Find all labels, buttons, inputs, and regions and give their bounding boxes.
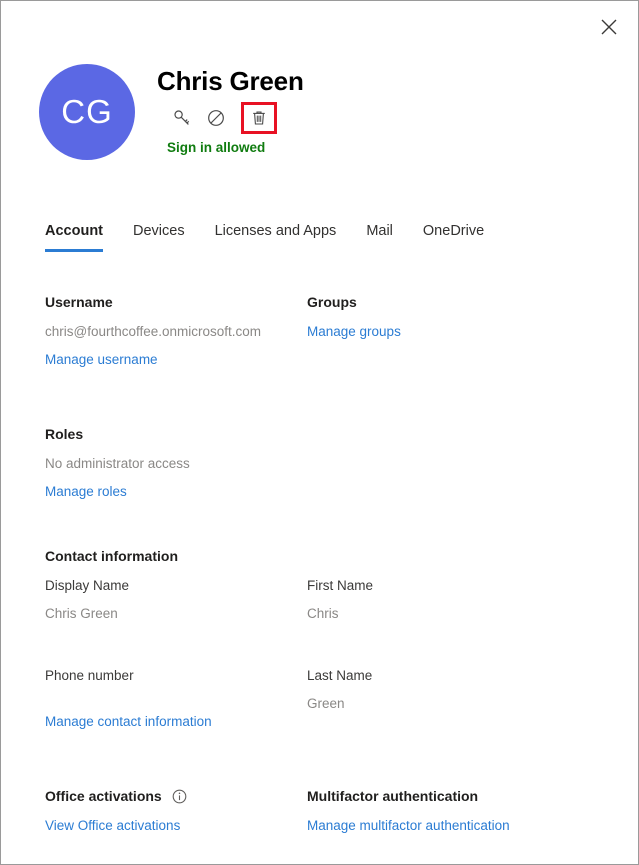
first-name-value: Chris: [307, 606, 339, 621]
field-phone-number: Phone number Manage contact information: [45, 667, 307, 731]
user-header: CG Chris Green Sign in allowed: [39, 64, 304, 160]
signin-status-badge: Sign in allowed: [167, 140, 266, 155]
section-groups: Groups Manage groups: [307, 293, 608, 369]
row-roles: Roles No administrator access Manage rol…: [45, 425, 608, 501]
field-last-name: Last Name Green: [307, 667, 608, 731]
manage-groups-link[interactable]: Manage groups: [307, 323, 401, 341]
mfa-title: Multifactor authentication: [307, 788, 479, 804]
avatar-initials: CG: [61, 93, 113, 130]
section-roles: Roles No administrator access Manage rol…: [45, 425, 307, 501]
tab-mail[interactable]: Mail: [366, 223, 393, 252]
view-office-activations-link[interactable]: View Office activations: [45, 817, 180, 835]
groups-title: Groups: [307, 294, 357, 310]
delete-user-button[interactable]: [241, 102, 277, 134]
contact-information-title: Contact information: [45, 548, 178, 564]
tab-bar: Account Devices Licenses and Apps Mail O…: [45, 223, 484, 252]
display-name-label: Display Name: [45, 578, 130, 593]
office-activations-title: Office activations: [45, 787, 307, 805]
manage-username-link[interactable]: Manage username: [45, 351, 158, 369]
close-button[interactable]: [587, 5, 631, 49]
manage-mfa-link[interactable]: Manage multifactor authentication: [307, 817, 510, 835]
field-first-name: First Name Chris: [307, 577, 608, 633]
tab-account[interactable]: Account: [45, 223, 103, 252]
user-action-icons: [167, 102, 304, 134]
tab-devices[interactable]: Devices: [133, 223, 185, 252]
section-roles-right-empty: [307, 425, 608, 501]
row-username-groups: Username chris@fourthcoffee.onmicrosoft.…: [45, 293, 608, 369]
close-icon: [600, 18, 618, 36]
tab-onedrive[interactable]: OneDrive: [423, 223, 484, 252]
last-name-label: Last Name: [307, 668, 373, 683]
info-icon[interactable]: [172, 789, 187, 804]
manage-roles-link[interactable]: Manage roles: [45, 483, 127, 501]
key-icon: [172, 108, 192, 128]
row-activations-mfa: Office activations View Office activatio…: [45, 787, 608, 835]
first-name-label: First Name: [307, 578, 374, 593]
section-office-activations: Office activations View Office activatio…: [45, 787, 307, 835]
row-names: Display Name Chris Green First Name Chri…: [45, 577, 608, 633]
row-contact-title: Contact information: [45, 547, 608, 577]
phone-number-value: [45, 695, 307, 713]
section-multifactor-authentication: Multifactor authentication Manage multif…: [307, 787, 608, 835]
page-title: Chris Green: [157, 66, 304, 96]
tab-licenses-and-apps[interactable]: Licenses and Apps: [215, 223, 337, 252]
block-icon: [206, 108, 226, 128]
display-name-value: Chris Green: [45, 606, 118, 621]
username-value: chris@fourthcoffee.onmicrosoft.com: [45, 324, 262, 339]
last-name-value: Green: [307, 696, 345, 711]
user-header-text: Chris Green Sign in allowed: [157, 64, 304, 156]
field-display-name: Display Name Chris Green: [45, 577, 307, 633]
trash-icon: [250, 109, 268, 127]
username-title: Username: [45, 294, 113, 310]
manage-contact-information-link[interactable]: Manage contact information: [45, 713, 212, 731]
phone-number-label: Phone number: [45, 668, 134, 683]
office-activations-title-text: Office activations: [45, 788, 162, 804]
avatar: CG: [39, 64, 135, 160]
user-details-panel: CG Chris Green Sign in allowed Account D…: [0, 0, 639, 865]
section-contact-information: Contact information: [45, 547, 608, 577]
row-phone-lastname: Phone number Manage contact information …: [45, 667, 608, 731]
section-username: Username chris@fourthcoffee.onmicrosoft.…: [45, 293, 307, 369]
account-tab-content: Username chris@fourthcoffee.onmicrosoft.…: [45, 293, 608, 835]
reset-password-button[interactable]: [167, 103, 197, 133]
block-signin-button[interactable]: [201, 103, 231, 133]
roles-value: No administrator access: [45, 456, 190, 471]
roles-title: Roles: [45, 426, 84, 442]
